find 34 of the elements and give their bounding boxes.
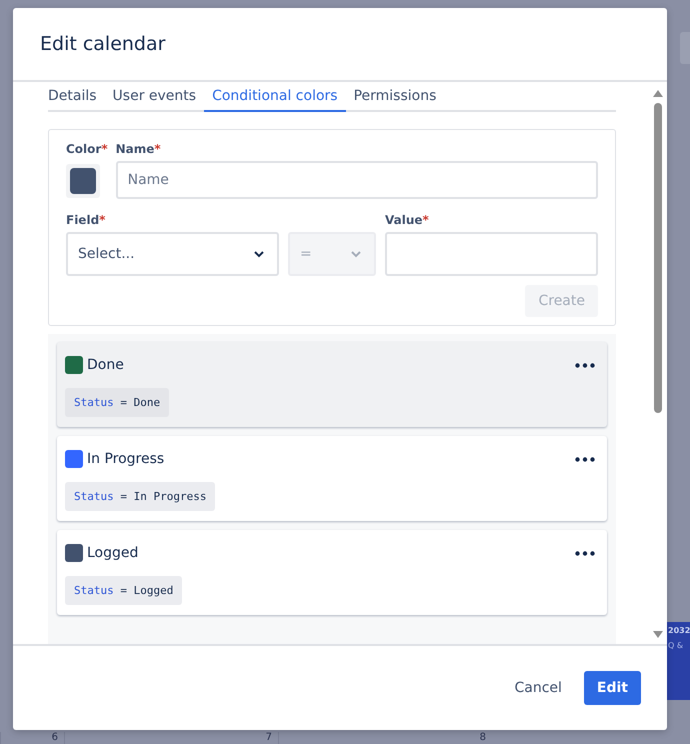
field-label: Field* — [66, 213, 106, 227]
day-number: 7 — [64, 732, 278, 744]
day-number: 6 — [0, 732, 64, 744]
rule-card[interactable]: Logged Status = Logged — [57, 530, 607, 615]
scroll-down-icon[interactable] — [653, 631, 663, 638]
chevron-down-icon — [350, 250, 362, 258]
rule-name: Done — [87, 357, 125, 373]
day-number: 8 — [278, 732, 492, 744]
condition-expression: Status = Logged — [65, 576, 182, 605]
more-icon — [575, 550, 595, 556]
value-label: Value* — [385, 213, 430, 227]
field-select[interactable]: Select... — [66, 232, 279, 276]
more-icon — [575, 456, 595, 462]
edit-button[interactable]: Edit — [584, 671, 641, 705]
chevron-down-icon — [253, 250, 265, 258]
rule-card[interactable]: Done Status = Done — [57, 342, 607, 427]
rule-name: In Progress — [87, 451, 166, 467]
condition-expression: Status = In Progress — [65, 482, 216, 511]
color-label: Color* — [66, 142, 108, 156]
more-icon — [575, 362, 595, 368]
tab[interactable]: User events — [104, 86, 204, 112]
dialog-title: Edit calendar — [40, 33, 166, 55]
rule-card[interactable]: In Progress Status = In Progress — [57, 436, 607, 521]
value-field[interactable] — [385, 232, 598, 276]
condition-expression: Status = Done — [65, 388, 170, 417]
scroll-up-icon[interactable] — [653, 90, 663, 97]
scrollbar-thumb[interactable] — [654, 103, 662, 413]
name-label: Name* — [116, 142, 162, 156]
cancel-button[interactable]: Cancel — [500, 672, 576, 704]
tab[interactable]: Details — [48, 86, 105, 112]
tab[interactable]: Permissions — [346, 86, 444, 112]
tab[interactable]: Conditional colors — [204, 86, 346, 112]
rule-name: Logged — [87, 545, 140, 561]
name-field[interactable]: Name — [116, 161, 598, 199]
